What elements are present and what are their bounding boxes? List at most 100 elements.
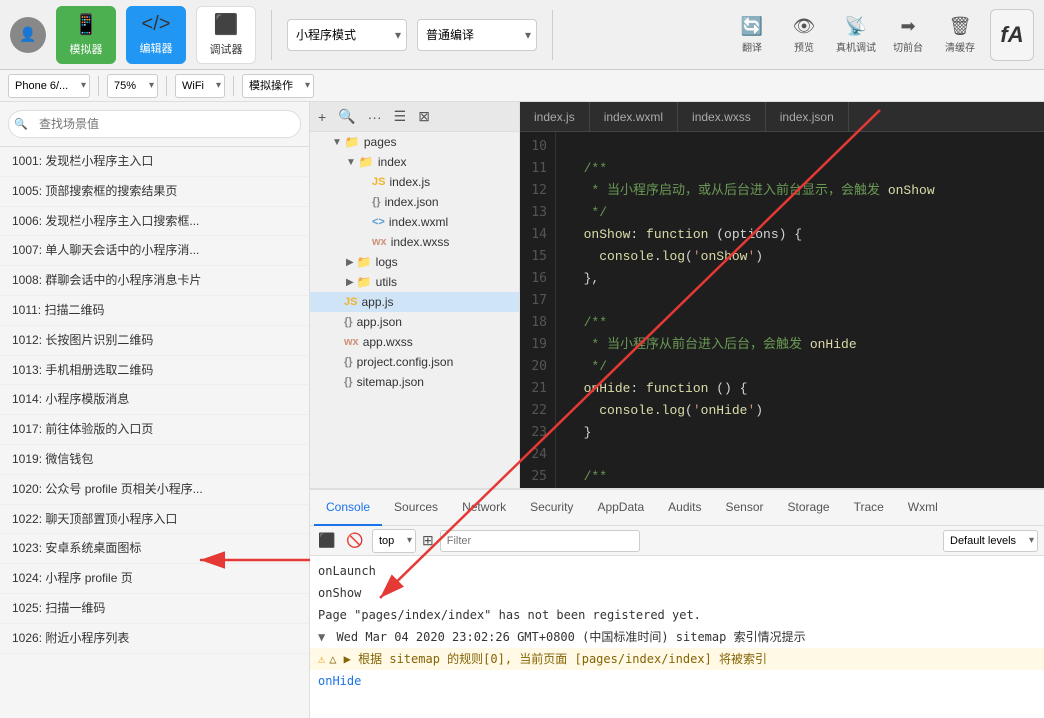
list-item[interactable]: 1008: 群聊会话中的小程序消息卡片: [0, 266, 309, 296]
filter-input[interactable]: [440, 530, 640, 552]
compile-select[interactable]: 普通编译: [417, 19, 537, 51]
tree-item[interactable]: {}project.config.json: [310, 352, 519, 372]
tree-item[interactable]: ▶📁utils: [310, 272, 519, 292]
line-number: 22: [528, 400, 547, 422]
list-item[interactable]: 1013: 手机相册选取二维码: [0, 356, 309, 386]
bottom-tab-audits[interactable]: Audits: [656, 490, 713, 526]
search-input[interactable]: [8, 110, 301, 138]
list-item[interactable]: 1005: 顶部搜索框的搜索结果页: [0, 177, 309, 207]
bottom-tab-sensor[interactable]: Sensor: [714, 490, 776, 526]
tree-item[interactable]: ▶📁logs: [310, 252, 519, 272]
simulator-label: 模拟器: [70, 41, 103, 57]
tree-item[interactable]: <>index.wxml: [310, 212, 519, 232]
editor-tab-index-json[interactable]: index.json: [766, 102, 849, 132]
wxml-file-icon: <>: [372, 216, 385, 228]
top-select[interactable]: top: [372, 529, 416, 553]
folder-icon: 📁: [357, 275, 372, 289]
search-tree-icon[interactable]: 🔍: [334, 106, 359, 127]
clear-cache-button[interactable]: 🗑 清缓存: [938, 16, 982, 54]
editor-button[interactable]: </> 编辑器: [126, 6, 186, 64]
line-number: 21: [528, 378, 547, 400]
folder-icon: 📁: [357, 255, 372, 269]
simulate-op-select-wrapper[interactable]: 模拟操作: [242, 74, 314, 98]
file-tree-item-label: project.config.json: [357, 355, 454, 369]
file-tree-item-label: sitemap.json: [357, 375, 424, 389]
tree-item[interactable]: JSapp.js: [310, 292, 519, 312]
line-number: 10: [528, 136, 547, 158]
real-debug-button[interactable]: 📡 真机调试: [834, 16, 878, 54]
list-item[interactable]: 1020: 公众号 profile 页相关小程序...: [0, 475, 309, 505]
line-number: 16: [528, 268, 547, 290]
list-item[interactable]: 1011: 扫描二维码: [0, 296, 309, 326]
switch-front-button[interactable]: ➡ 切前台: [886, 16, 930, 54]
tree-item[interactable]: JSindex.js: [310, 172, 519, 192]
wifi-select[interactable]: WiFi: [175, 74, 225, 98]
list-item[interactable]: 1023: 安卓系统桌面图标: [0, 534, 309, 564]
wifi-select-wrapper[interactable]: WiFi: [175, 74, 225, 98]
list-item[interactable]: 1017: 前往体验版的入口页: [0, 415, 309, 445]
collapse-icon[interactable]: ⊠: [414, 106, 434, 127]
levels-select[interactable]: Default levels: [943, 530, 1038, 552]
mode-select-wrapper[interactable]: 小程序模式: [287, 19, 407, 51]
debugger-button[interactable]: ⬛ 调试器: [196, 6, 256, 64]
file-tree-item-label: index.json: [385, 195, 439, 209]
tree-item[interactable]: ▼📁index: [310, 152, 519, 172]
console-sidebar-toggle[interactable]: ⬛: [316, 530, 338, 552]
tree-item[interactable]: wxindex.wxss: [310, 232, 519, 252]
translate-button[interactable]: 🔄 翻译: [730, 16, 774, 54]
list-item[interactable]: 1019: 微信钱包: [0, 445, 309, 475]
expand-icon[interactable]: ⊞: [422, 532, 434, 549]
console-line[interactable]: onHide: [310, 670, 1044, 692]
device-select-wrapper[interactable]: Phone 6/...: [8, 74, 90, 98]
console-clear-button[interactable]: 🚫: [344, 530, 366, 552]
list-item[interactable]: 1022: 聊天顶部置顶小程序入口: [0, 505, 309, 535]
json-file-icon: {}: [344, 316, 353, 328]
bottom-toolbar: ⬛ 🚫 top ⊞ Default levels: [310, 526, 1044, 556]
bottom-tab-security[interactable]: Security: [518, 490, 585, 526]
bottom-tab-console[interactable]: Console: [314, 490, 382, 526]
tree-item[interactable]: ▼📁pages: [310, 132, 519, 152]
bottom-tab-trace[interactable]: Trace: [842, 490, 896, 526]
more-options-icon[interactable]: ···: [364, 107, 386, 127]
tree-item[interactable]: {}app.json: [310, 312, 519, 332]
list-item[interactable]: 1001: 发现栏小程序主入口: [0, 147, 309, 177]
list-item[interactable]: 1026: 附近小程序列表: [0, 624, 309, 654]
bottom-tab-wxml[interactable]: Wxml: [896, 490, 950, 526]
editor-tab-index-wxss[interactable]: index.wxss: [678, 102, 766, 132]
tree-item[interactable]: wxapp.wxss: [310, 332, 519, 352]
bottom-tab-storage[interactable]: Storage: [776, 490, 842, 526]
add-file-icon[interactable]: +: [314, 107, 330, 127]
list-item[interactable]: 1007: 单人聊天会话中的小程序消...: [0, 236, 309, 266]
code-line: [568, 444, 1032, 466]
separator-1: [271, 10, 272, 60]
tree-item[interactable]: {}index.json: [310, 192, 519, 212]
zoom-select-wrapper[interactable]: 75%: [107, 74, 158, 98]
list-item[interactable]: 1014: 小程序模版消息: [0, 385, 309, 415]
simulator-button[interactable]: 📱 模拟器: [56, 6, 116, 64]
bottom-tab-network[interactable]: Network: [450, 490, 518, 526]
list-item[interactable]: 1025: 扫描一维码: [0, 594, 309, 624]
top-select-wrapper[interactable]: top: [372, 529, 416, 553]
translate-label: 翻译: [742, 39, 762, 54]
avatar: 👤: [10, 17, 46, 53]
list-item[interactable]: 1012: 长按图片识别二维码: [0, 326, 309, 356]
bottom-tab-appdata[interactable]: AppData: [585, 490, 656, 526]
code-line: console.log('onShow'): [568, 246, 1032, 268]
bottom-tab-sources[interactable]: Sources: [382, 490, 450, 526]
compile-select-wrapper[interactable]: 普通编译: [417, 19, 537, 51]
editor-tab-index-js[interactable]: index.js: [520, 102, 590, 132]
list-item[interactable]: 1024: 小程序 profile 页: [0, 564, 309, 594]
simulate-op-select[interactable]: 模拟操作: [242, 74, 314, 98]
zoom-select[interactable]: 75%: [107, 74, 158, 98]
list-view-icon[interactable]: ☰: [390, 106, 411, 127]
levels-select-wrapper[interactable]: Default levels: [943, 530, 1038, 552]
editor-tab-index-wxml[interactable]: index.wxml: [590, 102, 678, 132]
preview-button[interactable]: 👁 预览: [782, 16, 826, 54]
code-line: /**: [568, 466, 1032, 488]
file-tree-item-label: app.js: [361, 295, 393, 309]
console-line: ▼ Wed Mar 04 2020 23:02:26 GMT+0800 (中国标…: [310, 626, 1044, 648]
list-item[interactable]: 1006: 发现栏小程序主入口搜索框...: [0, 207, 309, 237]
mode-select[interactable]: 小程序模式: [287, 19, 407, 51]
device-select[interactable]: Phone 6/...: [8, 74, 90, 98]
tree-item[interactable]: {}sitemap.json: [310, 372, 519, 392]
